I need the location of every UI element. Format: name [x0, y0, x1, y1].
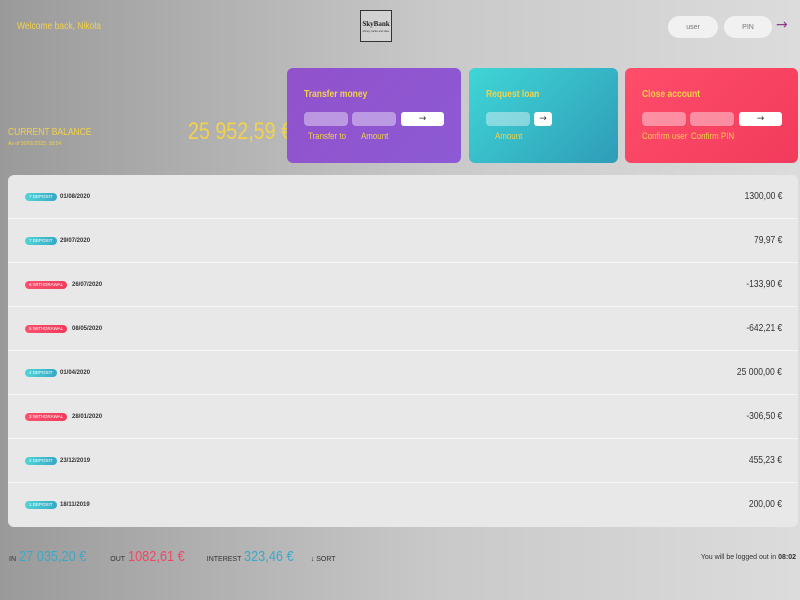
- transfer-to-label: Transfer to: [308, 131, 347, 141]
- movement-date: 26/07/2020: [72, 282, 103, 288]
- movement-date: 29/07/2020: [60, 238, 91, 244]
- movement-date: 01/08/2020: [60, 194, 91, 200]
- movement-type-badge: 7 deposit: [25, 237, 57, 245]
- close-pin-input[interactable]: [690, 112, 734, 126]
- movement-row: 7 deposit 29/07/2020 79,97 €: [8, 219, 798, 263]
- close-account-title: Close account: [642, 89, 701, 100]
- movement-value: 455,23 €: [748, 455, 782, 466]
- movement-row: 6 withdrawal 26/07/2020 -133,90 €: [8, 263, 798, 307]
- movement-value: -133,90 €: [746, 279, 782, 290]
- movement-row: 3 withdrawal 28/01/2020 -306,50 €: [8, 395, 798, 439]
- close-user-input[interactable]: [642, 112, 686, 126]
- bank-logo: SkyBank Money, banks and skies: [360, 10, 392, 42]
- login-pin-input[interactable]: [724, 16, 772, 38]
- movement-row: 1 deposit 18/11/2019 200,00 €: [8, 483, 798, 527]
- movement-type-badge: 7 deposit: [25, 193, 57, 201]
- movement-type-badge: 3 withdrawal: [25, 413, 68, 421]
- transfer-amount-input[interactable]: [352, 112, 396, 126]
- movement-date: 01/04/2020: [60, 370, 91, 376]
- summary-bar: In 27 035,20 € Out 1082,61 € Interest 32…: [9, 548, 336, 570]
- welcome-message: Welcome back, Nikola: [17, 21, 101, 32]
- movement-date: 23/12/2019: [60, 458, 91, 464]
- summary-interest-value: 323,46 €: [244, 548, 295, 565]
- movement-value: 1300,00 €: [744, 191, 782, 202]
- movement-type-badge: 4 deposit: [25, 369, 57, 377]
- movement-value: 200,00 €: [748, 499, 782, 510]
- movement-row: 4 deposit 01/04/2020 25 000,00 €: [8, 351, 798, 395]
- loan-amount-input[interactable]: [486, 112, 530, 126]
- loan-title: Request loan: [486, 89, 540, 100]
- balance-date: As of 30/01/2023, 18:54: [8, 141, 62, 147]
- loan-card: Request loan → Amount: [469, 68, 618, 163]
- movement-row: 7 deposit 01/08/2020 1300,00 €: [8, 175, 798, 219]
- summary-interest-label: Interest: [206, 556, 242, 563]
- summary-out-value: 1082,61 €: [128, 548, 185, 565]
- movement-value: -306,50 €: [746, 411, 782, 422]
- login-button[interactable]: →: [776, 17, 788, 33]
- summary-in-label: In: [9, 556, 16, 563]
- logout-timer-text: You will be logged out in 08:02: [701, 554, 796, 561]
- balance-value: 25 952,59 €: [188, 118, 292, 145]
- movements-list[interactable]: 7 deposit 01/08/2020 1300,00 € 7 deposit…: [8, 175, 798, 527]
- sort-button[interactable]: ↓ SORT: [311, 556, 336, 563]
- summary-in-value: 27 035,20 €: [19, 548, 87, 565]
- movement-date: 28/01/2020: [72, 414, 103, 420]
- movement-row: 5 withdrawal 08/05/2020 -642,21 €: [8, 307, 798, 351]
- loan-submit-button[interactable]: →: [534, 112, 552, 126]
- logout-message: You will be logged out in: [700, 554, 777, 561]
- movement-type-badge: 5 withdrawal: [25, 325, 68, 333]
- movement-value: 25 000,00 €: [737, 367, 782, 378]
- balance-label: CURRENT BALANCE: [8, 127, 92, 138]
- close-user-label: Confirm user: [642, 131, 688, 141]
- logo-name: SkyBank: [362, 19, 390, 28]
- movement-date: 08/05/2020: [72, 326, 103, 332]
- movement-value: 79,97 €: [753, 235, 782, 246]
- transfer-to-input[interactable]: [304, 112, 348, 126]
- movement-type-badge: 2 deposit: [25, 457, 57, 465]
- movement-date: 18/11/2019: [60, 502, 90, 508]
- movement-row: 2 deposit 23/12/2019 455,23 €: [8, 439, 798, 483]
- loan-amount-label: Amount: [495, 131, 523, 141]
- movement-value: -642,21 €: [746, 323, 782, 334]
- logout-timer: 08:02: [778, 554, 796, 561]
- close-account-card: Close account → Confirm user Confirm PIN: [625, 68, 798, 163]
- logo-tagline: Money, banks and skies: [362, 29, 390, 33]
- transfer-card: Transfer money → Transfer to Amount: [287, 68, 461, 163]
- login-user-input[interactable]: [668, 16, 718, 38]
- close-submit-button[interactable]: →: [739, 112, 782, 126]
- movement-type-badge: 6 withdrawal: [25, 281, 68, 289]
- close-pin-label: Confirm PIN: [691, 131, 735, 141]
- summary-out-label: Out: [110, 556, 126, 563]
- movement-type-badge: 1 deposit: [25, 501, 57, 509]
- transfer-submit-button[interactable]: →: [401, 112, 444, 126]
- transfer-amount-label: Amount: [361, 131, 389, 141]
- transfer-title: Transfer money: [304, 89, 368, 100]
